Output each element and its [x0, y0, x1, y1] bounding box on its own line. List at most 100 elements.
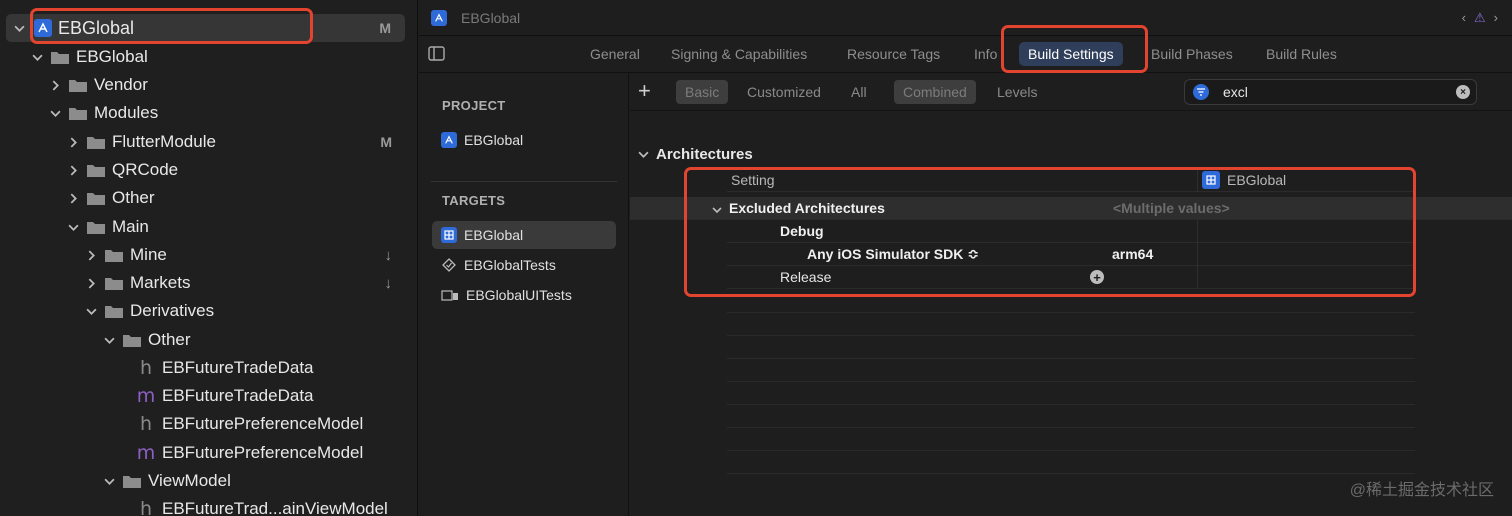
chevron-down-icon[interactable] — [48, 106, 62, 120]
tab-general[interactable]: General — [590, 46, 640, 62]
nav-row-project[interactable]: EBGlobal M — [6, 14, 405, 42]
tab-build-phases[interactable]: Build Phases — [1151, 46, 1233, 62]
sidebar-toggle-icon[interactable] — [428, 46, 445, 61]
divider — [727, 335, 1415, 336]
nav-row-folder[interactable]: Derivatives — [0, 297, 417, 325]
view-levels[interactable]: Levels — [988, 80, 1046, 104]
tab-info[interactable]: Info — [974, 46, 997, 62]
nav-label: Modules — [94, 103, 159, 122]
search-input[interactable] — [1223, 84, 1453, 100]
chevron-right-icon[interactable] — [66, 163, 80, 177]
chevron-down-icon[interactable] — [84, 304, 98, 318]
folder-icon — [123, 475, 141, 488]
nav-row-folder[interactable]: Other — [0, 184, 417, 212]
clear-search-icon[interactable]: × — [1456, 85, 1470, 99]
tab-build-settings[interactable]: Build Settings — [1019, 42, 1123, 66]
nav-row-folder[interactable]: QRCode — [0, 156, 417, 184]
nav-row-file[interactable]: m EBFutureTradeData — [0, 382, 417, 410]
chevron-right-icon[interactable] — [84, 276, 98, 290]
nav-row-file[interactable]: h EBFuturePreferenceModel — [0, 410, 417, 438]
project-item-label: EBGlobal — [464, 132, 524, 148]
chevron-down-icon[interactable] — [30, 50, 44, 64]
chevron-right-icon[interactable] — [66, 135, 80, 149]
view-combined[interactable]: Combined — [894, 80, 976, 104]
target-item-uitests[interactable]: EBGlobalUITests — [432, 281, 616, 309]
nav-row-folder[interactable]: ViewModel — [0, 467, 417, 495]
section-architectures[interactable]: Architectures — [636, 146, 753, 163]
column-header-row: Setting EBGlobal — [727, 169, 1415, 192]
targets-panel: PROJECT EBGlobal TARGETS EBGlobal EBGlob… — [419, 73, 629, 516]
nav-label: Mine — [130, 245, 167, 264]
filter-customized[interactable]: Customized — [738, 80, 830, 104]
chevron-down-icon[interactable] — [66, 220, 80, 234]
modified-badge: M — [379, 20, 391, 36]
nav-row-folder[interactable]: Mine ↓ — [0, 241, 417, 269]
download-arrow-icon: ↓ — [384, 274, 393, 292]
setting-value[interactable]: arm64 — [1112, 246, 1153, 262]
nav-row-folder[interactable]: Markets ↓ — [0, 269, 417, 297]
setting-row-release[interactable]: Release + — [727, 266, 1415, 289]
target-item-tests[interactable]: EBGlobalTests — [432, 251, 616, 279]
divider — [727, 358, 1415, 359]
xcode-project-icon — [441, 132, 457, 148]
chevron-down-icon[interactable] — [12, 21, 26, 35]
jump-bar-title[interactable]: EBGlobal — [461, 10, 520, 26]
nav-label: Main — [112, 217, 149, 236]
column-divider — [1197, 243, 1198, 266]
chevron-right-icon[interactable] — [66, 191, 80, 205]
column-divider — [1197, 266, 1198, 289]
nav-label: EBFuturePreferenceModel — [162, 414, 364, 433]
setting-name: Excluded Architectures — [729, 200, 885, 216]
back-icon[interactable]: ‹ — [1462, 10, 1466, 26]
filter-icon — [1193, 84, 1209, 100]
chevron-right-icon[interactable] — [48, 78, 62, 92]
filter-basic[interactable]: Basic — [676, 80, 729, 104]
folder-icon — [69, 107, 87, 120]
project-editor: EBGlobal ‹ ⚠ › General Signing & Capabil… — [419, 0, 1512, 516]
chevron-down-icon[interactable] — [102, 474, 116, 488]
xcode-project-icon — [34, 19, 52, 37]
target-item-label: EBGlobal — [464, 227, 524, 243]
setting-row-excluded-architectures[interactable]: Excluded Architectures <Multiple values> — [630, 197, 1512, 220]
add-setting-button[interactable]: + — [638, 78, 651, 104]
ui-test-target-icon — [441, 287, 459, 303]
nav-row-file[interactable]: m EBFuturePreferenceModel — [0, 439, 417, 467]
chevron-down-icon[interactable] — [712, 202, 722, 218]
tab-signing-capabilities[interactable]: Signing & Capabilities — [671, 46, 807, 62]
divider — [727, 312, 1415, 313]
chevron-down-icon[interactable] — [102, 333, 116, 347]
tab-resource-tags[interactable]: Resource Tags — [847, 46, 940, 62]
nav-row-folder[interactable]: EBGlobal — [0, 43, 417, 71]
nav-label: EBGlobal — [58, 17, 135, 38]
nav-row-folder[interactable]: Main — [0, 213, 417, 241]
filter-all[interactable]: All — [842, 80, 876, 104]
project-item[interactable]: EBGlobal — [432, 126, 616, 154]
nav-label: EBFuturePreferenceModel — [162, 443, 364, 462]
nav-row-file[interactable]: h EBFutureTrad...ainViewModel — [0, 495, 417, 516]
nav-row-folder[interactable]: Vendor — [0, 71, 417, 99]
tab-build-rules[interactable]: Build Rules — [1266, 46, 1337, 62]
chevron-down-icon[interactable] — [636, 148, 650, 162]
setting-row-debug[interactable]: Debug — [727, 220, 1415, 243]
setting-value[interactable]: <Multiple values> — [1113, 200, 1230, 216]
nav-label: Vendor — [94, 75, 148, 94]
nav-row-folder[interactable]: Other — [0, 326, 417, 354]
folder-icon — [87, 136, 105, 149]
nav-row-file[interactable]: h EBFutureTradeData — [0, 354, 417, 382]
folder-icon — [51, 51, 69, 64]
add-condition-icon[interactable]: + — [1090, 270, 1104, 285]
nav-label: Other — [112, 188, 155, 207]
target-item-app[interactable]: EBGlobal — [432, 221, 616, 249]
nav-label: ViewModel — [148, 471, 231, 490]
sdk-condition-popup[interactable]: Any iOS Simulator SDK ≎ — [807, 246, 979, 263]
forward-icon[interactable]: › — [1494, 10, 1498, 26]
nav-row-folder[interactable]: Modules — [0, 99, 417, 127]
warning-icon[interactable]: ⚠ — [1474, 10, 1486, 26]
search-field[interactable]: × — [1184, 79, 1477, 105]
nav-label: EBGlobal — [76, 47, 148, 66]
nav-row-folder[interactable]: FlutterModule M — [0, 128, 417, 156]
setting-row-sdk[interactable]: Any iOS Simulator SDK ≎ arm64 — [727, 243, 1415, 266]
nav-label: EBFutureTradeData — [162, 358, 314, 377]
header-file-icon: h — [139, 357, 153, 379]
chevron-right-icon[interactable] — [84, 248, 98, 262]
